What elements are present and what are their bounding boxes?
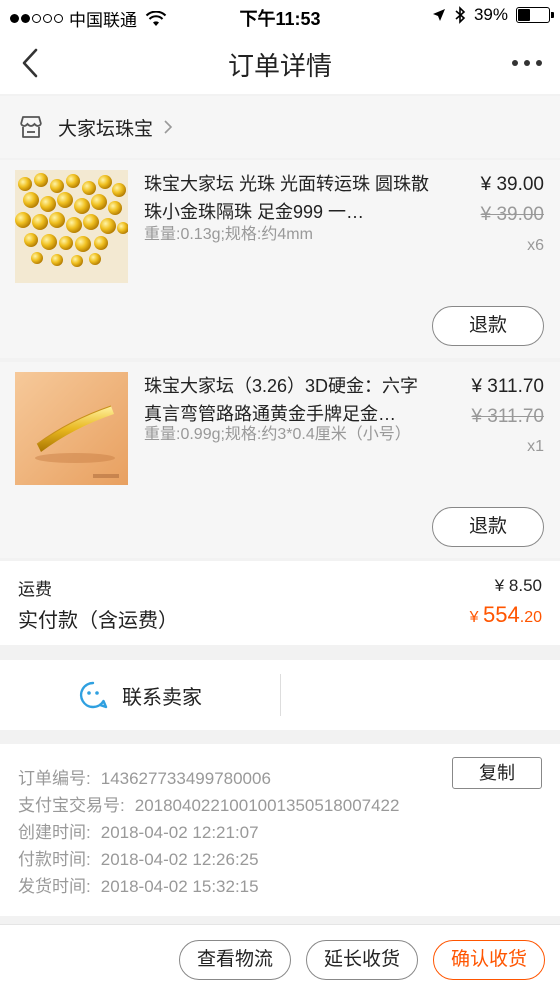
order-number: 143627733499780006 — [100, 769, 271, 788]
contact-seller-button[interactable]: 联系卖家 — [0, 660, 280, 730]
paid-label: 实付款（含运费） — [18, 610, 178, 632]
created-time: 2018-04-02 12:21:07 — [100, 823, 259, 842]
paid-decimal: .20 — [519, 609, 542, 626]
copy-button[interactable]: 复制 — [452, 757, 542, 789]
page-title: 订单详情 — [227, 51, 332, 81]
order-number-label: 订单编号: — [18, 769, 91, 788]
shipped-time: 2018-04-02 15:32:15 — [100, 877, 259, 896]
product-title[interactable]: 珠宝大家坛 光珠 光面转运珠 圆珠散珠小金珠隔珠 足金999 一… — [144, 170, 434, 226]
nav-bar: 订单详情 — [0, 32, 560, 94]
store-icon — [20, 116, 42, 138]
product-quantity: x1 — [527, 438, 544, 455]
bluetooth-icon — [455, 6, 466, 24]
order-info: 订单编号: 143627733499780006 复制 支付宝交易号: 201804… — [0, 744, 560, 916]
paid-time-label: 付款时间: — [18, 850, 91, 869]
paid-amount: ¥ 554.20 — [470, 602, 542, 628]
location-arrow-icon — [432, 9, 445, 21]
shipping-label: 运费 — [18, 580, 52, 599]
shipped-row: 发货时间: 2018-04-02 15:32:15 — [18, 872, 259, 897]
product-original-price: ¥ 39.00 — [480, 204, 544, 225]
paid-row: 付款时间: 2018-04-02 12:26:25 — [18, 845, 259, 870]
product-image[interactable] — [15, 372, 128, 485]
paid-integer: 554 — [483, 602, 520, 627]
order-item: 珠宝大家坛（3.26）3D硬金：六字真言弯管路路通黄金手牌足金… 重量:0.99… — [0, 362, 560, 558]
confirm-receipt-button[interactable]: 确认收货 — [433, 940, 545, 980]
alipay-label: 支付宝交易号: — [18, 796, 125, 815]
product-title[interactable]: 珠宝大家坛（3.26）3D硬金：六字真言弯管路路通黄金手牌足金… — [144, 372, 434, 428]
battery-icon — [516, 7, 554, 23]
battery-percent: 39% — [473, 5, 508, 24]
alipay-number: 2018040221001001350518007422 — [134, 796, 400, 815]
paid-currency: ¥ — [469, 609, 479, 626]
shop-row[interactable]: 大家坛珠宝 — [0, 96, 560, 158]
action-bar: 查看物流 延长收货 确认收货 — [0, 924, 560, 996]
chevron-right-icon — [164, 120, 173, 134]
extend-receipt-button[interactable]: 延长收货 — [306, 940, 418, 980]
refund-button[interactable]: 退款 — [432, 507, 544, 547]
contact-section: 联系卖家 — [0, 660, 560, 730]
chat-face-icon — [79, 681, 108, 709]
product-spec: 重量:0.13g;规格:约4mm — [144, 226, 313, 243]
alipay-row: 支付宝交易号: 2018040221001001350518007422 — [18, 791, 399, 816]
contact-seller-label: 联系卖家 — [122, 686, 202, 709]
product-spec: 重量:0.99g;规格:约3*0.4厘米（小号） — [144, 426, 411, 443]
status-bar: 中国联通 下午11:53 39% — [0, 0, 560, 32]
refund-button[interactable]: 退款 — [432, 306, 544, 346]
shipping-value: ¥ 8.50 — [494, 576, 542, 595]
view-logistics-button[interactable]: 查看物流 — [179, 940, 291, 980]
product-image[interactable] — [15, 170, 128, 283]
order-item: 珠宝大家坛 光珠 光面转运珠 圆珠散珠小金珠隔珠 足金999 一… 重量:0.1… — [0, 160, 560, 358]
paid-time: 2018-04-02 12:26:25 — [100, 850, 259, 869]
product-original-price: ¥ 311.70 — [471, 406, 544, 427]
shipped-label: 发货时间: — [18, 877, 91, 896]
created-row: 创建时间: 2018-04-02 12:21:07 — [18, 818, 259, 843]
product-price: ¥ 311.70 — [471, 376, 544, 397]
created-label: 创建时间: — [18, 823, 91, 842]
status-right: 39% — [432, 5, 554, 25]
product-quantity: x6 — [527, 237, 544, 254]
divider — [280, 674, 281, 716]
product-price: ¥ 39.00 — [480, 174, 544, 195]
more-icon[interactable] — [512, 50, 542, 76]
shop-name: 大家坛珠宝 — [58, 118, 154, 140]
order-number-row: 订单编号: 143627733499780006 — [18, 764, 271, 789]
order-totals: 运费 ¥ 8.50 实付款（含运费） ¥ 554.20 — [0, 561, 560, 645]
